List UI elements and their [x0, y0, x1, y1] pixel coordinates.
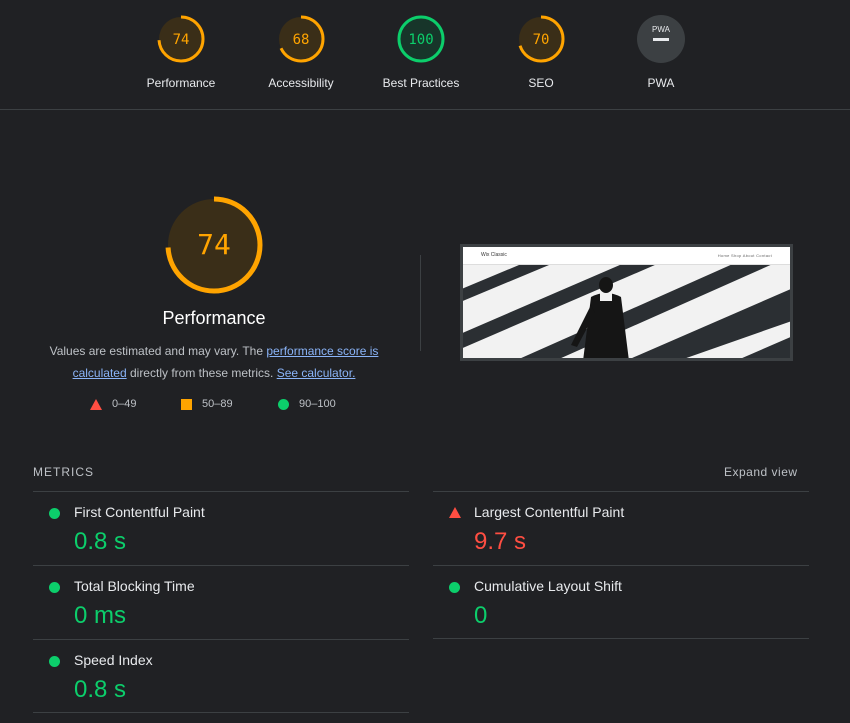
legend-good: 90–100 — [278, 398, 336, 410]
performance-score-ring: 74 — [157, 15, 205, 63]
square-icon — [181, 398, 192, 410]
thumbnail-hero-image — [463, 265, 790, 358]
metric-label: Cumulative Layout Shift — [474, 578, 622, 594]
thumbnail-brand: Wix Classic — [481, 252, 507, 258]
desc-prefix: Values are estimated and may vary. The — [49, 344, 267, 358]
performance-description: Values are estimated and may vary. The p… — [40, 340, 388, 384]
gauge-score: 74 — [173, 32, 190, 48]
performance-title: Performance — [162, 308, 266, 328]
performance-main-gauge: 74 — [165, 196, 263, 294]
expand-view-toggle[interactable]: Expand view — [724, 465, 798, 479]
thumbnail-nav-links: Home Shop About Contact — [717, 253, 772, 258]
metric-value: 0 ms — [74, 602, 127, 629]
vertical-divider — [420, 255, 421, 351]
metric-label: Total Blocking Time — [74, 578, 195, 594]
gauge-accessibility[interactable]: 68 Accessibility — [241, 14, 361, 90]
metric-label: Speed Index — [74, 652, 153, 668]
gauge-label: PWA — [647, 76, 675, 90]
final-screenshot-thumbnail[interactable]: Wix Classic Home Shop About Contact — [460, 244, 793, 361]
circle-icon — [278, 398, 289, 410]
gauge-score: 100 — [408, 32, 433, 48]
category-gauge-bar: 74 Performance 68 Accessibility 100 Best… — [0, 0, 850, 110]
accessibility-score-ring: 68 — [277, 15, 325, 63]
metric-largest-contentful-paint: Largest Contentful Paint 9.7 s — [433, 491, 809, 565]
desc-middle: directly from these metrics. — [126, 366, 277, 380]
seo-score-ring: 70 — [517, 15, 565, 63]
legend-average-range: 50–89 — [202, 398, 233, 410]
good-status-icon — [49, 508, 60, 519]
gauge-score: 68 — [293, 32, 310, 48]
gauge-seo[interactable]: 70 SEO — [481, 14, 601, 90]
metric-label: First Contentful Paint — [74, 504, 205, 520]
good-status-icon — [49, 656, 60, 667]
metric-value: 9.7 s — [474, 528, 527, 555]
metric-total-blocking-time: Total Blocking Time 0 ms — [33, 565, 409, 639]
metric-value: 0 — [474, 602, 488, 629]
performance-main-score: 74 — [197, 228, 231, 261]
gauge-label: Performance — [146, 76, 216, 90]
good-status-icon — [49, 582, 60, 593]
metrics-divider — [433, 638, 809, 639]
legend-poor: 0–49 — [90, 398, 136, 410]
metric-cumulative-layout-shift: Cumulative Layout Shift 0 — [433, 565, 809, 639]
gauge-label: Best Practices — [382, 76, 460, 90]
thumbnail-site-nav: Wix Classic Home Shop About Contact — [463, 247, 790, 265]
metric-value: 0.8 s — [74, 528, 127, 555]
triangle-icon — [90, 398, 102, 410]
poor-status-icon — [449, 507, 461, 518]
gauge-pwa[interactable]: PWA PWA — [601, 14, 721, 90]
metrics-heading: METRICS — [33, 465, 94, 479]
best-practices-score-ring: 100 — [397, 15, 445, 63]
gauge-performance[interactable]: 74 Performance — [121, 14, 241, 90]
metric-label: Largest Contentful Paint — [474, 504, 625, 520]
gauge-best-practices[interactable]: 100 Best Practices — [361, 14, 481, 90]
metric-speed-index: Speed Index 0.8 s — [33, 639, 409, 713]
pwa-badge-text: PWA — [652, 25, 671, 34]
good-status-icon — [449, 582, 460, 593]
pwa-badge-icon: PWA — [637, 15, 685, 63]
gauge-label: SEO — [528, 76, 554, 90]
metrics-divider — [33, 712, 409, 713]
legend-average: 50–89 — [181, 398, 233, 410]
legend-poor-range: 0–49 — [112, 398, 137, 410]
gauge-label: Accessibility — [268, 76, 334, 90]
metric-value: 0.8 s — [74, 676, 127, 703]
metric-first-contentful-paint: First Contentful Paint 0.8 s — [33, 491, 409, 565]
see-calculator-link[interactable]: See calculator. — [277, 366, 356, 380]
legend-good-range: 90–100 — [299, 398, 336, 410]
gauge-score: 70 — [533, 32, 550, 48]
